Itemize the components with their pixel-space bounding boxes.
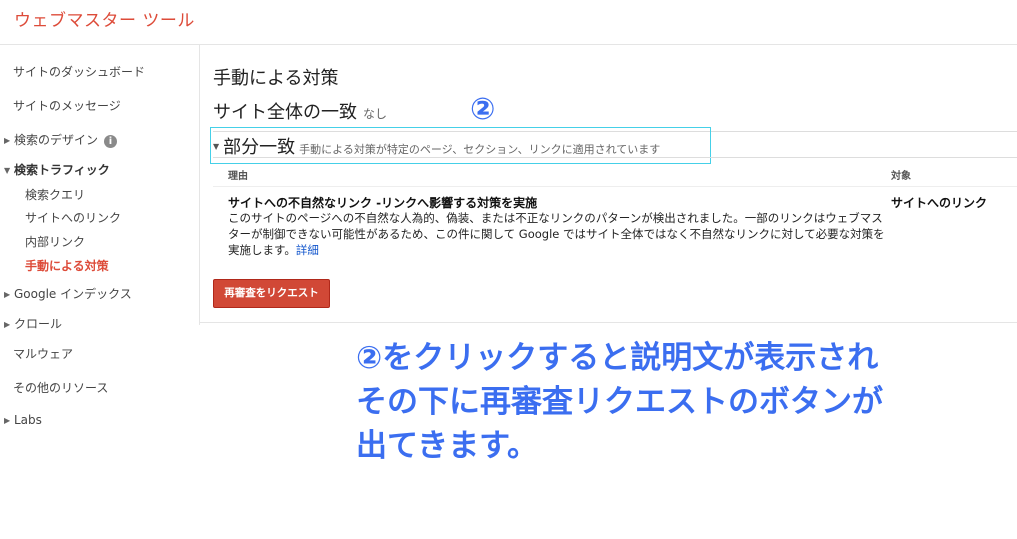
sidebar-item-links-to-site[interactable]: サイトへのリンク [25, 209, 121, 226]
divider [200, 322, 1017, 323]
annotation-line: ②をクリックすると説明文が表示され [356, 340, 879, 376]
sidebar-item-label: 検索のデザイン [14, 133, 99, 147]
annotation-text: ②をクリックすると説明文が表示され その下に再審査リクエストのボタンが 出てきま… [356, 336, 996, 468]
sidebar-item-label: クロール [14, 317, 63, 331]
issue-title: サイトへの不自然なリンク -リンクへ影響する対策を実施 [228, 196, 538, 210]
column-header-reason: 理由 [228, 171, 248, 182]
triangle-down-icon: ▼ [4, 166, 11, 175]
highlight-box [210, 127, 711, 164]
divider [213, 186, 1017, 187]
site-wide-section[interactable]: サイト全体の一致 なし [213, 98, 387, 124]
sidebar-item-label: 検索トラフィック [14, 163, 110, 177]
sidebar-item-internal-links[interactable]: 内部リンク [25, 233, 85, 250]
annotation-marker: ② [470, 92, 496, 127]
site-wide-label: サイト全体の一致 [213, 102, 357, 123]
page-title: 手動による対策 [213, 68, 339, 89]
sidebar-item-dashboard[interactable]: サイトのダッシュボード [13, 63, 145, 80]
sidebar-item-messages[interactable]: サイトのメッセージ [13, 97, 121, 114]
sidebar-item-google-index[interactable]: ▶ Google インデックス [4, 285, 132, 302]
issue-target: サイトへのリンク [891, 196, 988, 210]
sidebar: サイトのダッシュボード サイトのメッセージ ▶ 検索のデザイン i ▼ 検索トラフィッ… [0, 45, 200, 325]
sidebar-item-search-queries[interactable]: 検索クエリ [25, 186, 85, 203]
sidebar-item-other-resources[interactable]: その他のリソース [13, 379, 108, 396]
details-link[interactable]: 詳細 [296, 243, 319, 257]
sidebar-item-label: Labs [14, 413, 42, 427]
site-wide-status: なし [363, 107, 388, 121]
sidebar-item-malware[interactable]: マルウェア [13, 345, 73, 362]
column-header-target: 対象 [891, 171, 911, 182]
info-icon[interactable]: i [104, 135, 118, 148]
issue-description: このサイトのページへの不自然な人為的、偽装、または不正なリンクのパターンが検出さ… [228, 210, 888, 258]
main-content: 手動による対策 サイト全体の一致 なし ▼ 部分一致 手動による対策が特定のページ、セ… [200, 45, 1017, 325]
sidebar-item-label: Google インデックス [14, 287, 132, 301]
sidebar-item-search-appearance[interactable]: ▶ 検索のデザイン i [4, 131, 118, 148]
divider [213, 157, 1017, 158]
triangle-right-icon: ▶ [4, 290, 11, 299]
sidebar-item-labs[interactable]: ▶ Labs [4, 413, 42, 427]
annotation-line: その下に再審査リクエストのボタンが [356, 384, 883, 420]
request-review-button[interactable]: 再審査をリクエスト [213, 279, 330, 308]
triangle-right-icon: ▶ [4, 320, 11, 329]
triangle-right-icon: ▶ [4, 136, 11, 145]
annotation-line: 出てきます。 [356, 428, 538, 464]
top-bar: ウェブマスター ツール [0, 0, 1017, 45]
triangle-right-icon: ▶ [4, 416, 11, 425]
sidebar-item-manual-actions[interactable]: 手動による対策 [25, 257, 109, 274]
issue-body-text: このサイトのページへの不自然な人為的、偽装、または不正なリンクのパターンが検出さ… [228, 211, 885, 257]
sidebar-item-crawl[interactable]: ▶ クロール [4, 315, 62, 332]
sidebar-item-search-traffic[interactable]: ▼ 検索トラフィック [4, 161, 110, 178]
app-title[interactable]: ウェブマスター ツール [14, 6, 195, 31]
